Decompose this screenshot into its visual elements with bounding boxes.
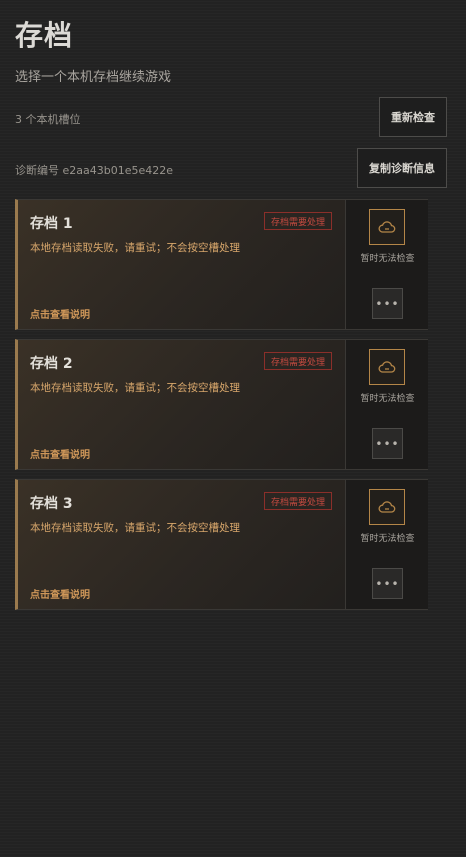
cloud-status-caption: 暂时无法检查 — [360, 534, 415, 544]
cloud-check-button[interactable] — [369, 209, 405, 245]
cloud-status-caption: 暂时无法检查 — [360, 394, 415, 404]
page-subtitle: 选择一个本机存档继续游戏 — [15, 70, 172, 85]
cloud-check-button[interactable] — [369, 489, 405, 525]
status-badge: 存档需要处理 — [264, 212, 333, 230]
save-slot-actions: 暂时无法检查 ••• — [345, 340, 428, 469]
diagnostic-id-text: 诊断编号 e2aa43b01e5e422e — [15, 164, 174, 177]
cloud-icon — [378, 221, 396, 233]
save-slot-error: 本地存档读取失败，请重试；不会按空槽处理 — [30, 522, 240, 534]
more-dots-icon: ••• — [375, 576, 400, 591]
more-options-button[interactable]: ••• — [372, 288, 403, 319]
save-slot-name: 存档 2 — [30, 356, 73, 372]
save-slot-card[interactable]: 存档 3 存档需要处理 本地存档读取失败，请重试；不会按空槽处理 点击查看说明 … — [15, 479, 428, 610]
recheck-button[interactable]: 重新检查 — [379, 97, 447, 137]
cloud-icon — [378, 361, 396, 373]
page-title: 存档 — [15, 19, 74, 52]
cloud-status-caption: 暂时无法检查 — [360, 254, 415, 264]
save-slot-card[interactable]: 存档 1 存档需要处理 本地存档读取失败，请重试；不会按空槽处理 点击查看说明 … — [15, 199, 428, 330]
save-slot-card[interactable]: 存档 2 存档需要处理 本地存档读取失败，请重试；不会按空槽处理 点击查看说明 … — [15, 339, 428, 470]
more-options-button[interactable]: ••• — [372, 428, 403, 459]
more-dots-icon: ••• — [375, 436, 400, 451]
status-badge: 存档需要处理 — [264, 492, 333, 510]
cloud-check-button[interactable] — [369, 349, 405, 385]
view-explanation-link[interactable]: 点击查看说明 — [30, 586, 90, 601]
save-slot-error: 本地存档读取失败，请重试；不会按空槽处理 — [30, 382, 240, 394]
view-explanation-link[interactable]: 点击查看说明 — [30, 306, 90, 321]
more-dots-icon: ••• — [375, 296, 400, 311]
status-badge: 存档需要处理 — [264, 352, 333, 370]
save-slot-actions: 暂时无法检查 ••• — [345, 480, 428, 609]
save-slot-actions: 暂时无法检查 ••• — [345, 200, 428, 329]
slot-count-text: 3 个本机槽位 — [15, 113, 81, 126]
save-slot-main[interactable]: 存档 2 存档需要处理 本地存档读取失败，请重试；不会按空槽处理 点击查看说明 — [18, 340, 345, 469]
save-slot-error: 本地存档读取失败，请重试；不会按空槽处理 — [30, 242, 240, 254]
save-slot-name: 存档 3 — [30, 496, 73, 512]
more-options-button[interactable]: ••• — [372, 568, 403, 599]
save-slot-name: 存档 1 — [30, 216, 73, 232]
view-explanation-link[interactable]: 点击查看说明 — [30, 446, 90, 461]
copy-diagnostics-button[interactable]: 复制诊断信息 — [357, 148, 447, 188]
save-slot-main[interactable]: 存档 3 存档需要处理 本地存档读取失败，请重试；不会按空槽处理 点击查看说明 — [18, 480, 345, 609]
cloud-icon — [378, 501, 396, 513]
save-slot-main[interactable]: 存档 1 存档需要处理 本地存档读取失败，请重试；不会按空槽处理 点击查看说明 — [18, 200, 345, 329]
